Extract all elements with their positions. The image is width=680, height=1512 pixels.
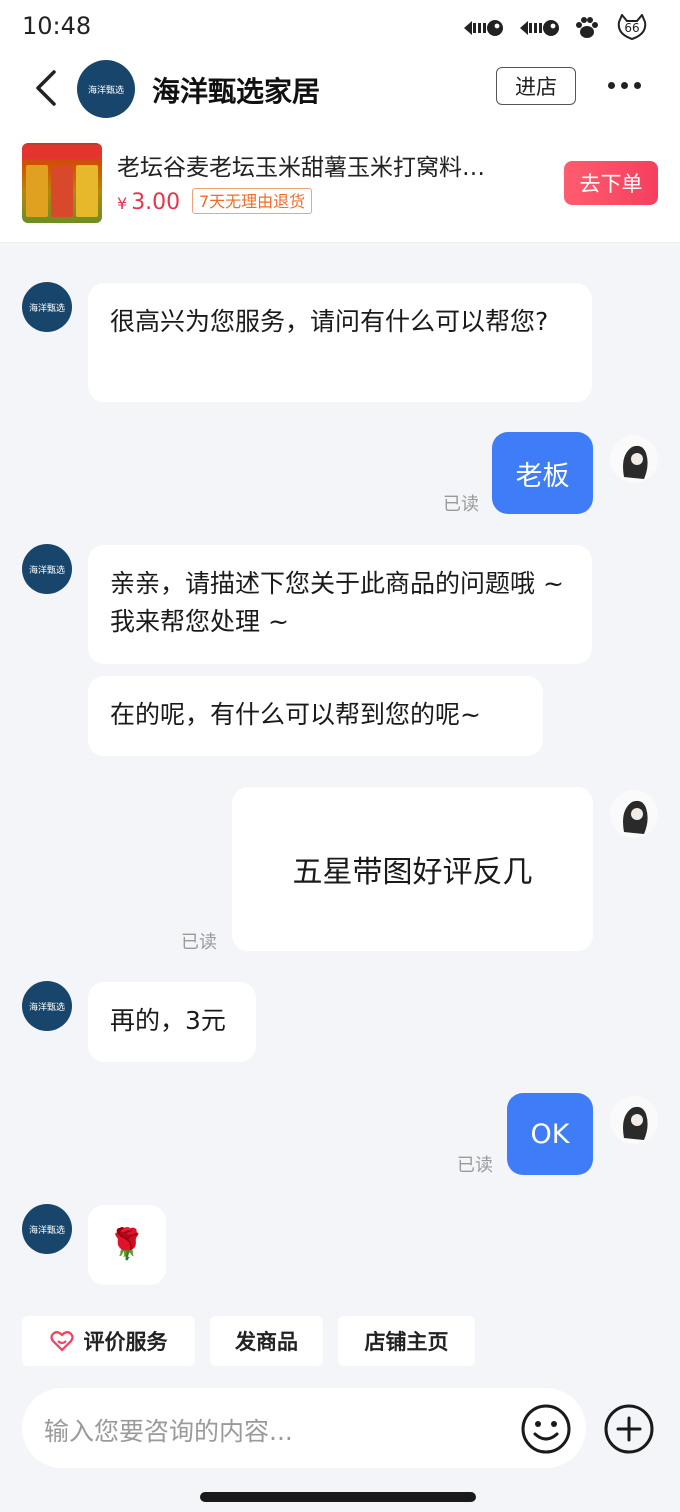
place-order-button[interactable]: 去下单	[564, 161, 658, 205]
message-bubble-user[interactable]: 五星带图好评反几	[232, 787, 593, 951]
user-avatar[interactable]	[610, 1096, 658, 1144]
shop-home-button[interactable]: 店铺主页	[338, 1316, 475, 1366]
shop-avatar-text: 海洋甄选	[87, 85, 124, 96]
emoji-icon[interactable]	[520, 1403, 572, 1455]
product-price: ¥ 3.00	[117, 190, 180, 215]
plus-icon[interactable]	[603, 1403, 655, 1455]
fish-icon	[520, 20, 559, 36]
message-bubble[interactable]: 在的呢，有什么可以帮到您的呢~	[88, 676, 543, 756]
enter-shop-button[interactable]: 进店	[496, 67, 576, 105]
cat-badge-icon: 66	[614, 14, 650, 42]
read-status: 已读	[443, 494, 479, 515]
shop-avatar-text: 海洋甄选	[28, 565, 65, 576]
read-status: 已读	[181, 932, 217, 953]
shop-avatar-text: 海洋甄选	[28, 1225, 65, 1236]
user-avatar[interactable]	[610, 790, 658, 838]
message-bubble[interactable]: 再的，3元	[88, 982, 256, 1062]
shop-avatar-text: 海洋甄选	[28, 1002, 65, 1013]
shop-avatar[interactable]: 海洋甄选	[22, 981, 72, 1031]
price-value: 3.00	[131, 190, 181, 215]
status-badge: 66	[624, 21, 640, 35]
rate-service-label: 评价服务	[83, 1330, 168, 1354]
heart-icon	[49, 1331, 74, 1352]
read-status: 已读	[457, 1155, 493, 1176]
shop-avatar[interactable]: 海洋甄选	[77, 60, 135, 118]
message-bubble[interactable]: 亲亲，请描述下您关于此商品的问题哦 ~ 我来帮您处理 ~	[88, 545, 592, 664]
input-placeholder: 输入您要咨询的内容...	[44, 1417, 293, 1446]
message-bubble[interactable]: 🌹	[88, 1205, 166, 1285]
status-icons: 66	[462, 14, 650, 42]
rate-service-button[interactable]: 评价服务	[22, 1316, 195, 1366]
status-time: 10:48	[22, 12, 92, 40]
more-icon[interactable]	[608, 82, 641, 89]
shop-avatar-text: 海洋甄选	[28, 303, 65, 314]
fish-icon	[464, 20, 503, 36]
shop-name: 海洋甄选家居	[152, 75, 321, 108]
return-policy-tag: 7天无理由退货	[192, 188, 313, 214]
currency-symbol: ¥	[117, 194, 128, 213]
rose-emoji: 🌹	[108, 1227, 146, 1262]
message-bubble-user[interactable]: 老板	[492, 432, 593, 514]
shop-avatar[interactable]: 海洋甄选	[22, 282, 72, 332]
shop-avatar[interactable]: 海洋甄选	[22, 544, 72, 594]
message-bubble-user[interactable]: OK	[507, 1093, 593, 1175]
back-icon[interactable]	[30, 68, 66, 108]
send-product-button[interactable]: 发商品	[210, 1316, 323, 1366]
shop-avatar[interactable]: 海洋甄选	[22, 1204, 72, 1254]
product-thumbnail[interactable]	[22, 143, 102, 223]
paw-icon	[576, 17, 598, 38]
product-title[interactable]: 老坛谷麦老坛玉米甜薯玉米打窝料…	[117, 148, 527, 182]
user-avatar[interactable]	[610, 435, 658, 483]
home-indicator[interactable]	[200, 1492, 476, 1502]
message-bubble[interactable]: 很高兴为您服务，请问有什么可以帮您?	[88, 283, 592, 402]
